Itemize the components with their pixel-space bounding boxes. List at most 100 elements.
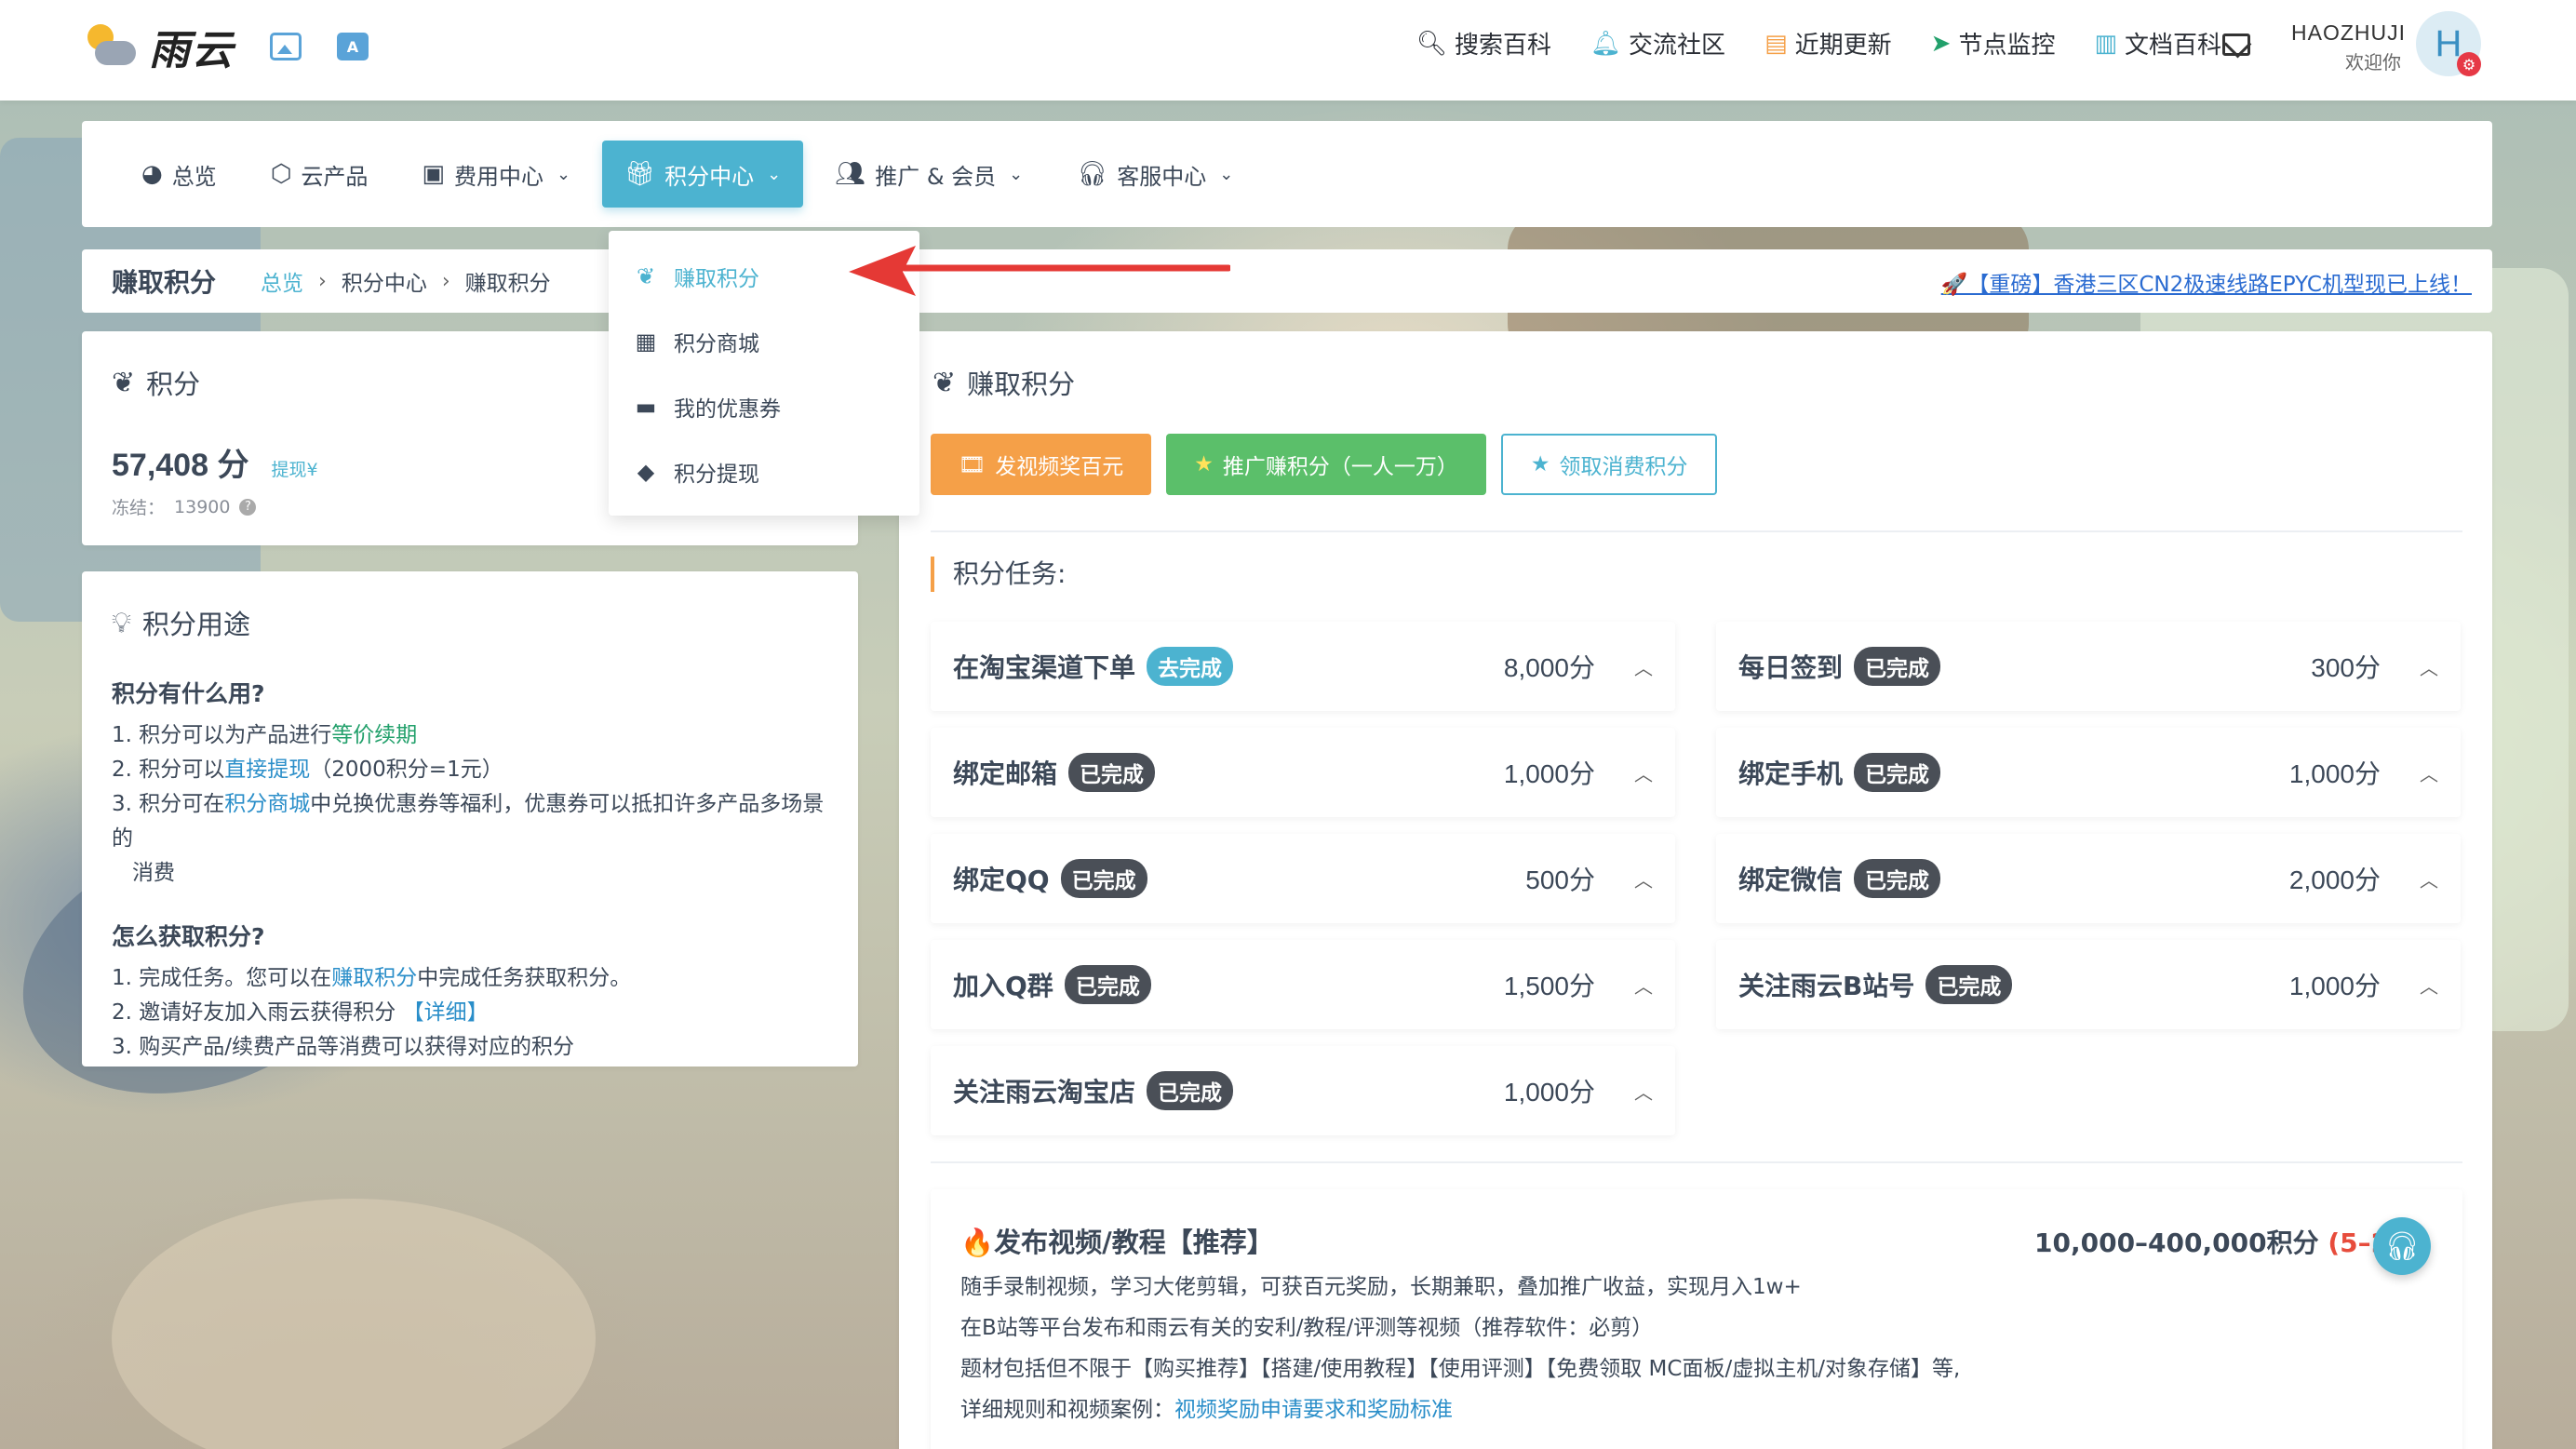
- withdraw-direct-link[interactable]: 直接提现: [224, 758, 310, 782]
- headset-icon[interactable]: 🎧︎: [2373, 1217, 2431, 1275]
- status-badge: 已完成: [1925, 965, 2013, 1004]
- chevron-up-icon[interactable]: ︿: [1634, 759, 1653, 786]
- earn-list: 1. 完成任务。您可以在赚取积分中完成任务获取积分。 2. 邀请好友加入雨云获得…: [112, 966, 632, 1059]
- logo-text: 雨云: [149, 27, 235, 74]
- breadcrumb-earn-points: 赚取积分: [464, 272, 551, 296]
- image-icon[interactable]: [270, 33, 302, 60]
- dashboard-icon: ◕: [141, 160, 163, 188]
- lotus-icon: ❦: [932, 366, 957, 399]
- ticket-icon: ▬: [635, 394, 657, 420]
- breadcrumb-separator-icon: ›: [441, 269, 450, 293]
- nav-promotion-membership[interactable]: 👥︎ 推广 & 会员 ⌄: [812, 141, 1045, 208]
- task-item[interactable]: 关注雨云淘宝店 已完成 1,000分 ︿: [931, 1046, 1675, 1135]
- help-icon[interactable]: ?: [239, 498, 257, 516]
- video-tutorial-promo: 🔥发布视频/教程【推荐】 10,000–400,000积分 (5–200元) 随…: [931, 1189, 2462, 1449]
- announcement-link[interactable]: 🚀【重磅】香港三区CN2极速线路EPYC机型现已上线！: [1941, 266, 2472, 298]
- top-nav: 🔍︎ 搜索百科 🔔︎ 交流社区 ▤ 近期更新 ➤ 节点监控 ▥ 文档百科: [1416, 26, 2221, 60]
- chevron-up-icon[interactable]: ︿: [1634, 972, 1653, 999]
- chevron-up-icon[interactable]: ︿: [2420, 865, 2438, 892]
- chevron-up-icon[interactable]: ︿: [2420, 759, 2438, 786]
- star-icon: ★: [1530, 452, 1550, 476]
- task-item[interactable]: 绑定邮箱 已完成 1,000分 ︿: [931, 728, 1675, 817]
- nav-support[interactable]: 🎧︎ 客服中心 ⌄: [1054, 141, 1255, 208]
- chevron-down-icon: ⌄: [767, 164, 782, 184]
- translate-icon[interactable]: A: [337, 33, 369, 60]
- chevron-up-icon[interactable]: ︿: [1634, 865, 1653, 892]
- gift-icon: 🎁︎: [624, 160, 656, 188]
- dropdown-my-coupons[interactable]: ▬ 我的优惠券: [609, 374, 919, 439]
- top-nav-search[interactable]: 🔍︎ 搜索百科: [1416, 26, 1551, 60]
- renew-link[interactable]: 等价续期: [331, 723, 417, 747]
- chevron-down-icon: ⌄: [1219, 164, 1234, 184]
- promo-line: 题材包括但不限于【购买推荐】【搭建/使用教程】【使用评测】【免费领取 MC面板/…: [960, 1357, 1961, 1381]
- task-item[interactable]: 每日签到 已完成 300分 ︿: [1716, 622, 2461, 711]
- task-item[interactable]: 加入Q群 已完成 1,500分 ︿: [931, 940, 1675, 1029]
- user-welcome: 欢迎你: [2345, 51, 2401, 74]
- top-nav-updates[interactable]: ▤ 近期更新: [1764, 26, 1892, 60]
- page-title: 赚取积分: [112, 267, 217, 298]
- search-icon: 🔍︎: [1416, 29, 1448, 58]
- earn-points-card: ❦ 赚取积分 🎞︎ 发视频奖百元 ★ 推广赚积分（一人一万） ★ 领取消费积分 …: [899, 331, 2492, 1449]
- headset-icon: 🎧︎: [1077, 160, 1108, 188]
- earn-points-link[interactable]: 赚取积分: [331, 966, 417, 990]
- task-item[interactable]: 绑定QQ 已完成 500分 ︿: [931, 834, 1675, 923]
- task-item[interactable]: 在淘宝渠道下单 去完成 8,000分 ︿: [931, 622, 1675, 711]
- breadcrumb-separator-icon: ›: [318, 269, 327, 293]
- top-header: 雨云 A 🔍︎ 搜索百科 🔔︎ 交流社区 ▤ 近期更新 ➤ 节点监控 ▥ 文档百…: [0, 0, 2576, 101]
- video-reward-button[interactable]: 🎞︎ 发视频奖百元: [931, 434, 1152, 495]
- lotus-icon: ❦: [112, 366, 136, 399]
- status-badge: 已完成: [1854, 647, 1941, 686]
- main-nav: ◕ 总览 ⬡ 云产品 ▣ 费用中心 ⌄ 🎁︎ 积分中心 ⌄ 👥︎ 推广 & 会员…: [82, 121, 2492, 227]
- logo[interactable]: 雨云 A: [82, 17, 369, 76]
- film-icon: 🎞︎: [959, 452, 986, 477]
- status-badge[interactable]: 去完成: [1147, 647, 1234, 686]
- referral-points-button[interactable]: ★ 推广赚积分（一人一万）: [1166, 434, 1486, 495]
- settings-badge-icon: ⚙: [2457, 52, 2481, 76]
- task-item[interactable]: 关注雨云B站号 已完成 1,000分 ︿: [1716, 940, 2461, 1029]
- store-icon: ▦: [635, 329, 657, 355]
- points-store-link[interactable]: 积分商城: [224, 792, 310, 816]
- promo-reward: 10,000–400,000积分 (5–200元): [2034, 1228, 2425, 1258]
- user-info[interactable]: HAOZHUJI 欢迎你: [2291, 20, 2406, 74]
- book-icon: ▥: [2094, 29, 2118, 58]
- user-name: HAOZHUJI: [2291, 20, 2406, 45]
- chevron-up-icon[interactable]: ︿: [2420, 653, 2438, 680]
- earn-actions: 🎞︎ 发视频奖百元 ★ 推广赚积分（一人一万） ★ 领取消费积分: [931, 434, 1718, 495]
- tasks-heading: 积分任务:: [931, 557, 1066, 592]
- top-nav-docs[interactable]: ▥ 文档百科: [2094, 26, 2221, 60]
- chevron-down-icon: ⌄: [1009, 164, 1024, 184]
- dropdown-points-withdraw[interactable]: ◆ 积分提现: [609, 439, 919, 504]
- top-nav-community[interactable]: 🔔︎ 交流社区: [1590, 26, 1725, 60]
- promo-line: 在B站等平台发布和雨云有关的安利/教程/评测等视频（推荐软件：必剪）: [960, 1316, 1654, 1340]
- nav-points-center[interactable]: 🎁︎ 积分中心 ⌄: [602, 141, 804, 208]
- nav-cloud-products[interactable]: ⬡ 云产品: [248, 141, 391, 208]
- nav-overview[interactable]: ◕ 总览: [119, 141, 239, 208]
- chevron-up-icon[interactable]: ︿: [1634, 653, 1653, 680]
- video-rules-link[interactable]: 视频奖励申请要求和奖励标准: [1174, 1398, 1453, 1422]
- mail-icon[interactable]: [2222, 34, 2250, 56]
- claim-consumption-points-button[interactable]: ★ 领取消费积分: [1500, 434, 1718, 495]
- points-usage-card: 💡︎ 积分用途 积分有什么用? 1. 积分可以为产品进行等价续期 2. 积分可以…: [82, 571, 858, 1067]
- top-nav-monitor[interactable]: ➤ 节点监控: [1931, 26, 2056, 60]
- status-badge: 已完成: [1854, 859, 1941, 898]
- bell-icon: 🔔︎: [1590, 29, 1622, 58]
- usage-card-title: 💡︎ 积分用途: [112, 606, 251, 641]
- withdraw-link[interactable]: 提现¥: [271, 456, 317, 481]
- money-icon: ▣: [422, 160, 445, 188]
- dropdown-points-store[interactable]: ▦ 积分商城: [609, 309, 919, 374]
- task-item[interactable]: 绑定微信 已完成 2,000分 ︿: [1716, 834, 2461, 923]
- nav-billing[interactable]: ▣ 费用中心 ⌄: [399, 141, 593, 208]
- divider: [931, 530, 2462, 532]
- divider: [931, 1161, 2462, 1163]
- promo-line: 随手录制视频，学习大佬剪辑，可获百元奖励，长期兼职，叠加推广收益，实现月入1w+: [960, 1275, 1802, 1299]
- task-item[interactable]: 绑定手机 已完成 1,000分 ︿: [1716, 728, 2461, 817]
- chevron-up-icon[interactable]: ︿: [2420, 972, 2438, 999]
- breadcrumb-bar: 赚取积分 总览 › 积分中心 › 赚取积分 🚀【重磅】香港三区CN2极速线路EP…: [82, 249, 2492, 313]
- chevron-up-icon[interactable]: ︿: [1634, 1078, 1653, 1105]
- status-badge: 已完成: [1060, 859, 1147, 898]
- breadcrumb: 总览 › 积分中心 › 赚取积分: [261, 265, 551, 297]
- breadcrumb-overview[interactable]: 总览: [261, 265, 303, 297]
- points-balance: 57,408 分: [112, 448, 249, 483]
- invite-detail-link[interactable]: 【详细】: [403, 1000, 489, 1025]
- annotation-arrow-icon: [849, 246, 1230, 296]
